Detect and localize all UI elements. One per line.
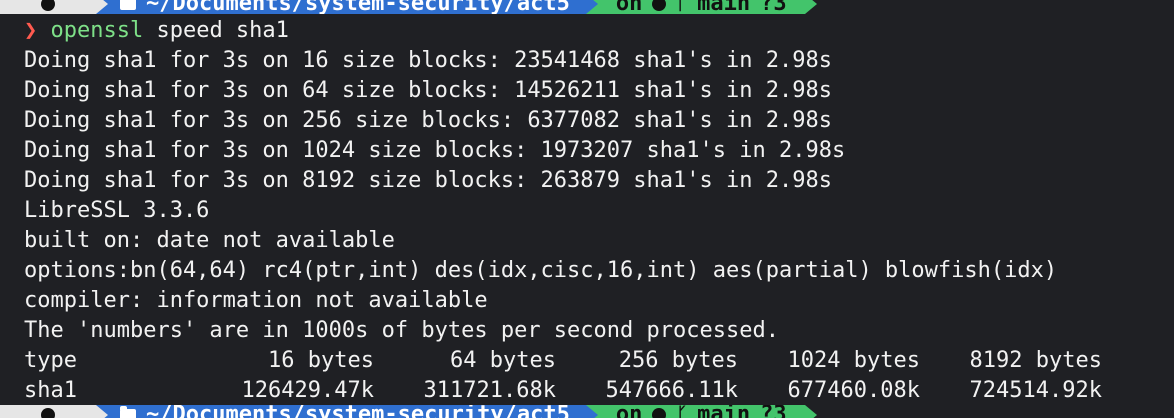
- output-line: built on: date not available: [24, 228, 395, 253]
- segment-separator: [804, 0, 817, 14]
- segment-separator: [585, 0, 598, 14]
- branch-icon: ᚴ: [676, 405, 688, 418]
- output-line: Doing sha1 for 3s on 64 size blocks: 145…: [24, 78, 832, 103]
- segment-separator: [96, 0, 108, 14]
- segment-separator: [96, 405, 108, 418]
- table-cell: 547666.11k: [605, 378, 738, 403]
- github-icon: [652, 408, 667, 418]
- os-segment: [0, 405, 96, 418]
- table-header-cell: 16 bytes: [268, 348, 374, 373]
- branch-icon: ᚴ: [676, 0, 688, 14]
- output-line: LibreSSL 3.3.6: [24, 198, 210, 223]
- path-segment: ~/Documents/system-security/act5: [108, 405, 586, 418]
- os-segment: [0, 0, 96, 14]
- terminal-window: ~/Documents/system-security/act5 on ᚴ ma…: [0, 0, 1174, 418]
- apple-icon: [41, 0, 55, 11]
- git-branch: main: [697, 405, 751, 418]
- table-header-cell: 64 bytes: [450, 348, 556, 373]
- table-cell: 311721.68k: [423, 378, 556, 403]
- table-cell: 724514.92k: [969, 378, 1102, 403]
- table-header-cell: 256 bytes: [618, 348, 738, 373]
- segment-separator: [585, 405, 598, 418]
- output-line: options:bn(64,64) rc4(ptr,int) des(idx,c…: [24, 258, 1058, 283]
- output-line: Doing sha1 for 3s on 16 size blocks: 235…: [24, 48, 832, 73]
- output-line: Doing sha1 for 3s on 8192 size blocks: 2…: [24, 168, 832, 193]
- command-line: ❯ openssl speed sha1: [24, 16, 1164, 46]
- table-cell: sha1: [24, 378, 77, 403]
- prompt-symbol: ❯: [24, 18, 38, 43]
- table-cell: 126429.47k: [241, 378, 374, 403]
- output-line: The 'numbers' are in 1000s of bytes per …: [24, 318, 779, 343]
- output-line: compiler: information not available: [24, 288, 488, 313]
- table-header-cell: 1024 bytes: [787, 348, 920, 373]
- segment-separator: [804, 405, 817, 418]
- table-row: sha1 126429.47k 311721.68k 547666.11k 67…: [24, 376, 1164, 406]
- prompt-statusbar-bottom: ~/Documents/system-security/act5 on ᚴ ma…: [0, 405, 817, 418]
- results-table: type 16 bytes 64 bytes 256 bytes 1024 by…: [24, 346, 1164, 406]
- github-icon: [652, 0, 667, 11]
- folder-icon: [120, 406, 136, 418]
- git-segment: on ᚴ main ?3: [597, 0, 805, 14]
- output-line: Doing sha1 for 3s on 1024 size blocks: 1…: [24, 138, 846, 163]
- git-prefix: on: [615, 0, 643, 14]
- command-args: speed sha1: [143, 18, 289, 43]
- terminal-output: ❯ openssl speed sha1 Doing sha1 for 3s o…: [24, 16, 1164, 346]
- table-header-row: type 16 bytes 64 bytes 256 bytes 1024 by…: [24, 346, 1164, 376]
- git-prefix: on: [615, 405, 643, 418]
- command-name: openssl: [50, 18, 144, 43]
- table-header-cell: 8192 bytes: [969, 348, 1102, 373]
- output-line: Doing sha1 for 3s on 256 size blocks: 63…: [24, 108, 832, 133]
- git-branch: main: [697, 0, 751, 14]
- current-path: ~/Documents/system-security/act5: [146, 405, 570, 418]
- folder-icon: [120, 0, 136, 10]
- table-cell: 677460.08k: [787, 378, 920, 403]
- table-header-cell: type: [24, 348, 77, 373]
- apple-icon: [41, 408, 55, 418]
- git-status: ?3: [760, 405, 787, 418]
- prompt-statusbar-top: ~/Documents/system-security/act5 on ᚴ ma…: [0, 0, 817, 14]
- current-path: ~/Documents/system-security/act5: [146, 0, 570, 14]
- git-status: ?3: [760, 0, 787, 14]
- path-segment: ~/Documents/system-security/act5: [108, 0, 586, 14]
- git-segment: on ᚴ main ?3: [597, 405, 805, 418]
